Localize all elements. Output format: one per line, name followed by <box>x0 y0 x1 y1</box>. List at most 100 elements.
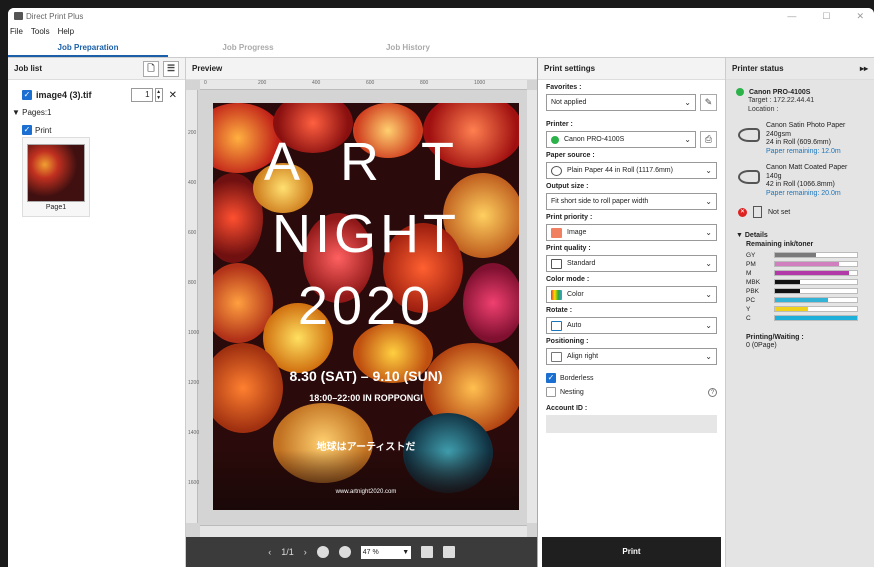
tab-job-history[interactable]: Job History <box>328 38 488 57</box>
ruler-tick-label: 400 <box>188 180 197 186</box>
list-view-button[interactable]: ☰ <box>163 60 179 77</box>
fit-page-icon[interactable] <box>442 546 455 558</box>
print-priority-label: Print priority <box>546 214 589 221</box>
preview-canvas[interactable]: 0 200 400 600 800 1000 200 400 600 800 1… <box>186 80 537 537</box>
vertical-scrollbar[interactable] <box>527 90 537 523</box>
ruler-tick-label: 1000 <box>188 330 200 336</box>
ruler-tick-label: 200 <box>188 130 197 136</box>
zoom-in-icon[interactable] <box>338 546 351 558</box>
print-checkbox[interactable]: ✓ <box>22 125 32 135</box>
error-icon: ✕ <box>738 207 747 217</box>
page-thumbnail-card[interactable]: Page1 <box>22 137 90 217</box>
ink-name: C <box>746 314 751 322</box>
copies-stepper[interactable]: ▲ ▼ <box>154 88 163 102</box>
print-settings-panel: Print settings Favorites : Not applied ⌄ … <box>538 58 726 567</box>
ink-name: Y <box>746 305 751 313</box>
add-file-button[interactable]: 🗋 <box>143 60 159 77</box>
roll-paper-icon <box>738 170 760 184</box>
list-icon: ☰ <box>166 63 176 73</box>
output-size-select[interactable]: Fit short side to roll paper width ⌄ <box>546 193 717 210</box>
menu-bar: File Tools Help <box>8 24 874 38</box>
favorites-select[interactable]: Not applied ⌄ <box>546 94 696 111</box>
collapse-icon[interactable]: ▼ <box>12 108 22 117</box>
menu-file[interactable]: File <box>10 27 23 36</box>
print-button[interactable]: Print <box>542 537 721 567</box>
chevron-down-icon: ⌄ <box>705 290 712 299</box>
job-checkbox[interactable]: ✓ <box>22 90 32 100</box>
print-settings-header: Print settings <box>538 58 725 80</box>
ink-levels: GY PM M MBK PBK PC Y C <box>726 250 874 322</box>
ink-row-pm: PM <box>726 259 874 268</box>
prev-page-button[interactable]: ‹ <box>268 547 271 557</box>
roll-2-info: Canon Matt Coated Paper 140g 42 in Roll … <box>726 156 874 198</box>
print-quality-select[interactable]: Standard ⌄ <box>546 255 717 272</box>
printer-select[interactable]: Canon PRO-4100S ⌄ <box>546 131 696 148</box>
roll-1-info: Canon Satin Photo Paper 240gsm 24 in Rol… <box>726 114 874 156</box>
ink-row-pc: PC <box>726 295 874 304</box>
menu-help[interactable]: Help <box>58 27 74 36</box>
print-label: Print <box>35 125 52 135</box>
tab-job-progress[interactable]: Job Progress <box>168 38 328 57</box>
title-bar: Direct Print Plus — ☐ ✕ <box>8 8 874 24</box>
page-thumbnail <box>27 144 85 202</box>
not-set-label: Not set <box>768 208 791 216</box>
maximize-button[interactable]: ☐ <box>822 11 830 22</box>
job-list-title: Job list <box>14 64 43 73</box>
nesting-checkbox[interactable] <box>546 387 556 397</box>
printer-settings-button[interactable]: ⎙ <box>700 131 717 148</box>
positioning-select[interactable]: Align right ⌄ <box>546 348 717 365</box>
chevron-down-icon: ⌄ <box>705 352 712 361</box>
color-palette-icon <box>551 289 562 300</box>
job-item[interactable]: ✓ image4 (3).tif 1 ▲ ▼ ✕ <box>8 80 185 106</box>
expand-icon[interactable]: ▸▸ <box>860 64 868 73</box>
paper-source-select[interactable]: Plain Paper 44 in Roll (1117.6mm) ⌄ <box>546 162 717 179</box>
ink-name: MBK <box>746 278 761 286</box>
roll-2-paper: Canon Matt Coated Paper <box>766 164 848 171</box>
ink-level-bar <box>774 306 858 312</box>
preview-header: Preview <box>186 58 537 80</box>
nesting-label: Nesting <box>560 388 584 396</box>
ruler-tick-label: 800 <box>420 80 429 86</box>
poster-title-line2: NIGHT <box>272 204 460 264</box>
print-priority-select[interactable]: Image ⌄ <box>546 224 717 241</box>
add-file-icon: 🗋 <box>147 62 155 73</box>
borderless-checkbox[interactable]: ✓ <box>546 373 556 383</box>
ink-level-fill <box>775 289 800 293</box>
help-icon[interactable]: ? <box>708 387 717 397</box>
print-settings-title: Print settings <box>544 64 596 73</box>
tab-job-preparation[interactable]: Job Preparation <box>8 38 168 57</box>
remove-job-icon[interactable]: ✕ <box>169 90 177 101</box>
quality-icon <box>551 258 562 269</box>
roll-1-size: 24 in Roll (609.6mm) <box>766 139 831 146</box>
color-mode-select[interactable]: Color ⌄ <box>546 286 717 303</box>
roll-2-remaining: Paper remaining: 20.0m <box>766 189 841 197</box>
printer-online-icon <box>736 88 744 96</box>
fit-width-icon[interactable] <box>420 546 433 558</box>
copies-input[interactable]: 1 <box>130 88 153 102</box>
menu-tools[interactable]: Tools <box>31 27 50 36</box>
align-right-icon <box>551 351 562 362</box>
roll-2-weight: 140g <box>766 172 782 180</box>
details-toggle[interactable]: ▼ Details <box>726 218 874 239</box>
zoom-select[interactable]: 47 % <box>360 545 401 559</box>
ink-level-fill <box>775 271 849 275</box>
ink-level-fill <box>775 253 816 257</box>
horizontal-scrollbar[interactable] <box>200 525 527 537</box>
account-id-input[interactable] <box>546 415 717 433</box>
minimize-button[interactable]: — <box>787 11 796 22</box>
next-page-button[interactable]: › <box>304 547 307 557</box>
zoom-dropdown-icon[interactable]: ▼ <box>400 545 411 559</box>
roll-1-remaining: Paper remaining: 12.0m <box>766 147 841 155</box>
pages-tree: ▼ Pages:1 ✓ Print Page1 <box>8 106 185 219</box>
printing-waiting-value: 0 (0Page) <box>746 342 777 349</box>
job-file-name: image4 (3).tif <box>36 90 92 100</box>
ruler-tick-label: 800 <box>188 280 197 286</box>
edit-favorites-button[interactable]: ✎ <box>700 94 717 111</box>
printing-waiting-label: Printing/Waiting : <box>746 334 804 341</box>
zoom-out-icon[interactable] <box>316 546 329 558</box>
ink-row-mbk: MBK <box>726 277 874 286</box>
close-button[interactable]: ✕ <box>856 11 864 22</box>
rotate-select[interactable]: Auto ⌄ <box>546 317 717 334</box>
printer-online-icon <box>551 135 559 144</box>
pages-label: Pages:1 <box>22 108 52 117</box>
